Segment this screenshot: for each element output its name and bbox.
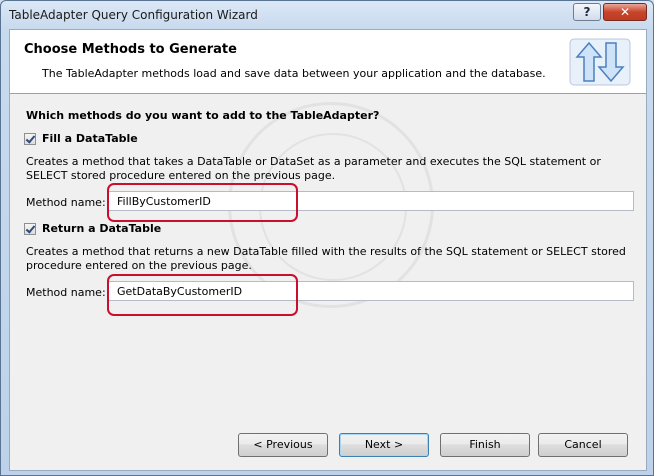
help-button[interactable]: ? — [573, 3, 601, 21]
fill-datatable-option[interactable]: Fill a DataTable — [24, 132, 138, 145]
fill-datatable-checkbox[interactable] — [24, 132, 36, 145]
return-method-name-label: Method name: — [26, 286, 106, 299]
fill-method-name-label: Method name: — [26, 196, 106, 209]
finish-button[interactable]: Finish — [440, 433, 530, 457]
return-datatable-checkbox[interactable] — [24, 222, 36, 235]
wizard-header: Choose Methods to Generate The TableAdap… — [10, 30, 646, 94]
fill-description: Creates a method that takes a DataTable … — [26, 155, 601, 182]
cancel-button[interactable]: Cancel — [538, 433, 628, 457]
return-datatable-label: Return a DataTable — [42, 222, 162, 235]
page-title: Choose Methods to Generate — [24, 42, 237, 57]
wizard-window: TableAdapter Query Configuration Wizard … — [0, 0, 654, 476]
fill-highlight-box — [107, 183, 298, 222]
next-button[interactable]: Next > — [339, 433, 429, 457]
title-bar[interactable]: TableAdapter Query Configuration Wizard … — [1, 1, 653, 29]
wizard-client-area: Choose Methods to Generate The TableAdap… — [9, 29, 647, 471]
return-datatable-option[interactable]: Return a DataTable — [24, 222, 161, 235]
fill-datatable-label: Fill a DataTable — [42, 132, 138, 145]
window-title: TableAdapter Query Configuration Wizard — [9, 8, 258, 22]
methods-question: Which methods do you want to add to the … — [26, 109, 380, 122]
page-description: The TableAdapter methods load and save d… — [42, 67, 546, 80]
previous-button[interactable]: < Previous — [238, 433, 328, 457]
sync-arrows-icon — [569, 38, 631, 86]
return-highlight-box — [107, 274, 298, 316]
close-button[interactable]: ✕ — [603, 3, 647, 21]
return-description: Creates a method that returns a new Data… — [26, 245, 626, 272]
